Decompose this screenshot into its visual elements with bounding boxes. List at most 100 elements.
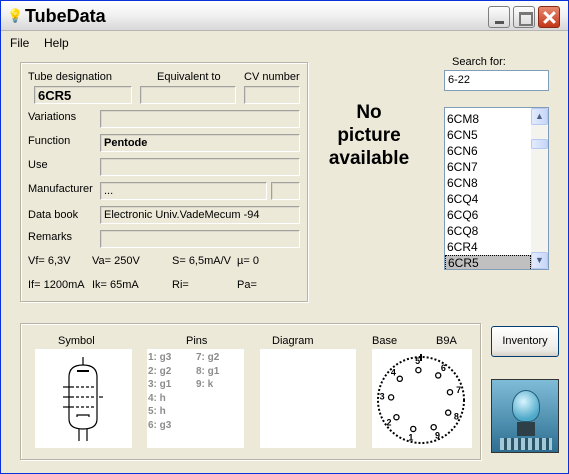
tube-list-item[interactable]: 6CN7 — [445, 159, 531, 175]
logo-stem — [517, 422, 535, 436]
base-panel: 5 4 6 3 7 2 8 1 9 — [372, 349, 472, 448]
manufacturer-extra-field[interactable] — [271, 182, 300, 200]
base-pin — [430, 423, 437, 431]
remarks-field[interactable] — [100, 230, 300, 248]
base-pin-number: 8 — [454, 411, 459, 421]
base-pin — [434, 372, 442, 379]
function-label: Function — [28, 135, 71, 147]
no-picture-placeholder: No picture available — [319, 101, 419, 170]
spec-pa: Pa= — [237, 279, 257, 291]
use-label: Use — [28, 159, 48, 171]
app-window: 💡 TubeData File Help Tube designation Eq… — [0, 0, 569, 474]
spec-ik: Ik= 65mA — [92, 279, 139, 291]
function-field[interactable]: Pentode — [100, 134, 300, 152]
no-picture-line1: No — [356, 102, 382, 123]
designation-label: Tube designation — [28, 71, 112, 83]
pin-entry: 5: h — [148, 406, 166, 417]
variations-field[interactable] — [100, 110, 300, 128]
base-pin-number: 3 — [380, 392, 385, 402]
tube-list-item[interactable]: 6CN6 — [445, 143, 531, 159]
no-picture-line2: picture — [337, 125, 401, 146]
manufacturer-field[interactable]: ... — [100, 182, 267, 200]
spec-va: Va= 250V — [92, 255, 140, 267]
menu-file[interactable]: File — [10, 36, 29, 50]
tube-list-item[interactable]: 6CQ6 — [445, 207, 531, 223]
tube-list-item[interactable]: 6CQ4 — [445, 191, 531, 207]
base-pin — [409, 425, 417, 433]
use-field[interactable] — [100, 158, 300, 176]
cv-number-field[interactable] — [244, 86, 300, 104]
symbol-label: Symbol — [58, 335, 95, 347]
tube-symbol-panel — [35, 349, 132, 448]
base-pin-number: 9 — [435, 430, 440, 440]
diagram-label: Diagram — [272, 335, 314, 347]
tube-list-item[interactable]: 6CM8 — [445, 111, 531, 127]
minimize-button[interactable] — [488, 6, 510, 28]
tube-base-icon: 5 4 6 3 7 2 8 1 9 — [377, 354, 465, 444]
pin-entry: 4: h — [148, 392, 166, 404]
diagram-panel — [260, 349, 356, 448]
no-picture-line3: available — [328, 148, 410, 169]
base-pin — [396, 375, 404, 383]
equivalent-field[interactable] — [140, 86, 236, 104]
tube-listbox[interactable]: 6CM8 6CN5 6CN6 6CN7 6CN8 6CQ4 6CQ6 6CQ8 6CR4 6CR5… — [444, 107, 549, 270]
chevron-up-icon: ▲ — [535, 111, 544, 121]
pin-entry: 6: g3 — [148, 419, 172, 431]
pin-entry: 2: g2 — [148, 365, 172, 377]
scroll-up-button[interactable]: ▲ — [531, 108, 548, 125]
cv-number-label: CV number — [244, 71, 300, 83]
spec-ri: Ri= — [172, 279, 189, 291]
base-type-label: B9A — [436, 335, 457, 347]
remarks-label: Remarks — [28, 231, 73, 243]
variations-label: Variations — [28, 111, 77, 123]
search-input[interactable]: 6-22 — [444, 70, 549, 91]
inventory-button[interactable]: Inventory — [491, 326, 559, 357]
pins-panel: 1: g3 2: g2 3: g1 4: h 5: h 6: g3 7: g2 8: g1 9… — [147, 349, 244, 448]
menu-bar: File Help — [1, 32, 568, 52]
base-pin — [444, 409, 452, 416]
pins-column-2: 7: g2 8: g1 9: k — [196, 351, 219, 392]
tube-list-item[interactable]: 6CN5 — [445, 127, 531, 143]
scroll-thumb[interactable] — [531, 139, 548, 149]
spec-mu: µ= 0 — [237, 255, 259, 267]
base-pin-number: 4 — [391, 367, 396, 377]
title-bar[interactable]: 💡 TubeData — [1, 1, 568, 31]
tube-list-item[interactable]: 6CR5 — [445, 255, 531, 269]
pins-column-1: 1: g3 2: g2 3: g1 4: h 5: h 6: g3 — [148, 351, 171, 432]
tubedata-logo — [491, 379, 559, 453]
base-pin — [446, 388, 454, 396]
pin-entry: 3: g1 — [148, 379, 172, 390]
tube-list-item[interactable]: 6CQ8 — [445, 223, 531, 239]
tube-list-item[interactable]: 6CN8 — [445, 175, 531, 191]
manufacturer-label: Manufacturer — [28, 183, 93, 195]
base-pin-number: 2 — [387, 417, 392, 427]
spec-if: If= 1200mA — [28, 279, 85, 291]
base-pin-number: 7 — [456, 385, 461, 395]
scroll-down-button[interactable]: ▼ — [531, 252, 548, 269]
pin-entry: 8: g1 — [196, 365, 220, 377]
vertical-scrollbar[interactable]: ▲ ▼ — [531, 108, 548, 269]
spec-s: S= 6,5mA/V — [172, 255, 232, 267]
base-pin — [415, 366, 422, 374]
tube-list-item[interactable]: 6CR4 — [445, 239, 531, 255]
pin-entry: 9: k — [196, 379, 214, 390]
window-title: TubeData — [25, 6, 106, 26]
databook-field[interactable]: Electronic Univ.VadeMecum -94 — [100, 206, 300, 224]
chevron-down-icon: ▼ — [535, 255, 544, 265]
pin-entry: 1: g3 — [148, 352, 172, 363]
designation-field[interactable]: 6CR5 — [34, 86, 132, 104]
pentode-symbol-icon — [63, 357, 103, 441]
logo-bulb — [512, 390, 540, 422]
base-pin-number: 1 — [408, 433, 413, 443]
tube-list-items: 6CM8 6CN5 6CN6 6CN7 6CN8 6CQ4 6CQ6 6CQ8 6CR4 6CR5 — [445, 111, 531, 269]
menu-help[interactable]: Help — [44, 36, 69, 50]
search-label: Search for: — [452, 56, 506, 68]
maximize-button[interactable] — [513, 6, 535, 28]
databook-label: Data book — [28, 209, 79, 221]
base-pin — [387, 394, 395, 401]
pins-label: Pins — [186, 335, 208, 347]
base-pin-number: 6 — [441, 363, 446, 373]
pin-entry: 7: g2 — [196, 352, 220, 363]
equivalent-label: Equivalent to — [157, 71, 221, 83]
close-button[interactable] — [538, 6, 560, 28]
